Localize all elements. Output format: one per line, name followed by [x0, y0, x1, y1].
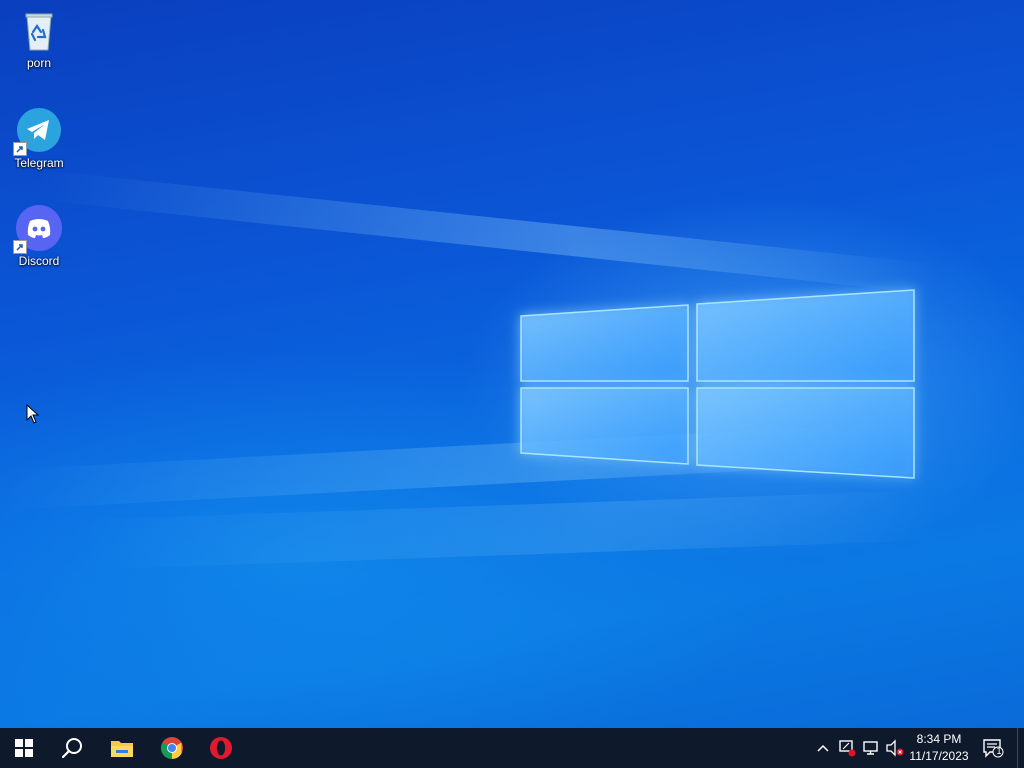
taskbar: 8:34 PM 11/17/2023 1 [0, 728, 1024, 768]
tray-network-warning[interactable] [837, 738, 857, 758]
network-icon [863, 741, 878, 755]
desktop[interactable]: porn Telegram Discord [0, 0, 1024, 728]
chrome-icon [161, 737, 183, 759]
chevron-up-icon [817, 744, 829, 752]
windows-start-icon [15, 739, 33, 757]
network-warning-icon [839, 740, 856, 757]
desktop-icon-discord[interactable]: Discord [1, 204, 77, 268]
desktop-icon-label: Discord [18, 254, 60, 268]
mouse-cursor-icon [26, 404, 40, 424]
search-button[interactable] [48, 728, 96, 768]
start-button[interactable] [0, 728, 48, 768]
show-hidden-icons-button[interactable] [813, 738, 833, 758]
shortcut-arrow-icon [13, 142, 27, 156]
action-center-button[interactable]: 1 [982, 738, 1004, 758]
recycle-bin-icon [25, 13, 53, 51]
show-desktop-button[interactable] [1017, 728, 1024, 768]
search-icon [61, 738, 82, 759]
taskbar-clock[interactable]: 8:34 PM 11/17/2023 [904, 731, 974, 765]
clock-time: 8:34 PM [916, 732, 962, 746]
tray-network[interactable] [861, 738, 881, 758]
notification-count: 1 [996, 746, 1002, 756]
opera-icon [210, 737, 232, 759]
folder-icon [111, 741, 133, 757]
taskbar-chrome[interactable] [148, 728, 196, 768]
shortcut-arrow-icon [13, 240, 27, 254]
desktop-icon-telegram[interactable]: Telegram [1, 106, 77, 170]
desktop-icon-label: Telegram [14, 156, 64, 170]
taskbar-file-explorer[interactable] [98, 728, 146, 768]
taskbar-opera[interactable] [197, 728, 245, 768]
clock-date: 11/17/2023 [909, 749, 969, 763]
desktop-icon-recycle-bin[interactable]: porn [1, 6, 77, 70]
volume-muted-icon [886, 739, 904, 757]
windows-logo-wallpaper-art [520, 289, 915, 479]
desktop-icon-label: porn [26, 56, 52, 70]
tray-volume[interactable] [885, 738, 905, 758]
